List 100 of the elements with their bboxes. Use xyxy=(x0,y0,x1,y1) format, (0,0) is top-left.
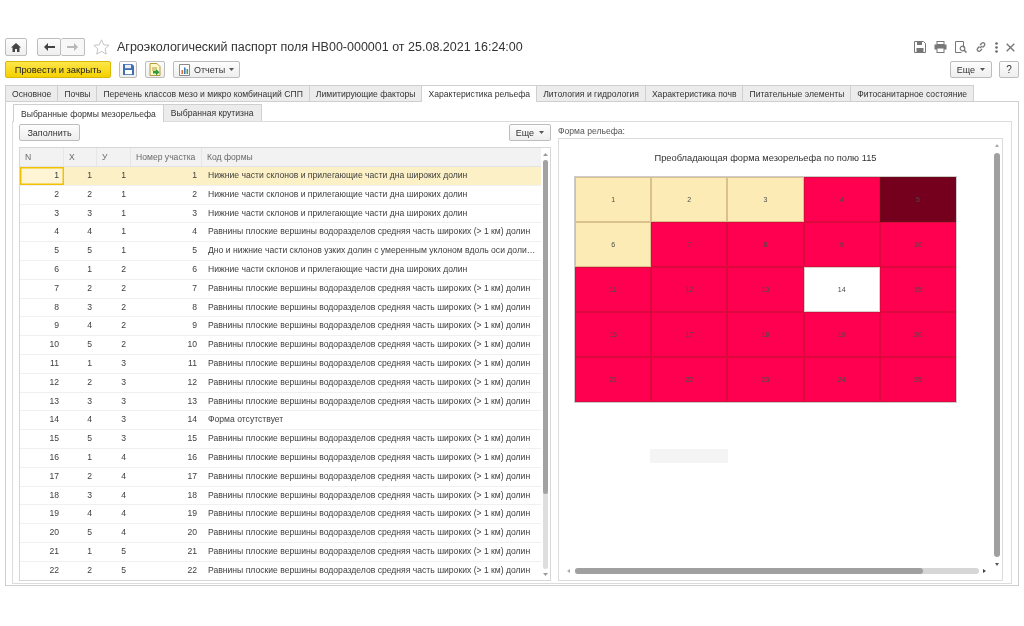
back-button[interactable] xyxy=(37,38,61,56)
table-cell-text: 4 xyxy=(120,507,127,521)
table-row[interactable]: 3 3 1 3 Нижние части склонов и прилегающие части дна широких долин xyxy=(20,204,541,224)
table-cell-text: 2 xyxy=(191,187,198,201)
table-row[interactable]: 6 1 2 6 Нижние части склонов и прилегающие части дна широких долин xyxy=(20,261,541,280)
scrollbar-thumb[interactable] xyxy=(994,153,1000,557)
table-cell-text: 4 xyxy=(86,319,93,333)
caret-icon xyxy=(539,131,544,134)
table-cell-text: 13 xyxy=(48,394,60,408)
table-row[interactable]: 21 1 5 21 Равнины плоские вершины водоразделов средняя часть широких (> 1 км) долин xyxy=(20,542,541,562)
home-button[interactable] xyxy=(5,38,27,56)
scroll-down-icon[interactable] xyxy=(995,563,999,566)
table-cell-text: 16 xyxy=(48,450,60,464)
table-cell-text: 2 xyxy=(86,375,93,389)
table-cell-text: 2 xyxy=(120,263,127,276)
column-header[interactable]: X xyxy=(64,148,97,166)
table-cell-text: Равнины плоские вершины водоразделов средняя часть широких (> 1 км) долин xyxy=(207,450,532,464)
table-row[interactable]: 18 3 4 18 Равнины плоские вершины водоразделов средняя часть широких (> 1 км) долин xyxy=(20,486,541,506)
column-header[interactable]: N xyxy=(20,148,64,166)
table-cell-text: Нижние части склонов и прилегающие части дна широких долин xyxy=(207,263,469,276)
scroll-up-icon[interactable] xyxy=(543,153,548,156)
save-icon[interactable] xyxy=(914,41,926,53)
table-cell-text: 1 xyxy=(120,244,127,258)
link-icon[interactable] xyxy=(975,41,987,53)
table-cell-text: 3 xyxy=(86,300,93,314)
table-cell-text: 22 xyxy=(48,563,60,577)
column-header[interactable]: Номер участка xyxy=(131,148,202,166)
more-icon[interactable] xyxy=(995,41,998,53)
tab[interactable]: Лимитирующие факторы xyxy=(309,85,423,101)
table-row[interactable]: 13 3 3 13 Равнины плоские вершины водоразделов средняя часть широких (> 1 км) долин xyxy=(20,392,541,412)
scroll-up-icon[interactable] xyxy=(995,144,999,147)
table-cell-text: 3 xyxy=(120,375,127,389)
table-row[interactable]: 9 4 2 9 Равнины плоские вершины водоразделов средняя часть широких (> 1 км) долин xyxy=(20,317,541,337)
more-button[interactable]: Еще xyxy=(949,61,992,78)
table-cell-text: 5 xyxy=(86,526,93,540)
save-button[interactable] xyxy=(119,61,137,78)
table-row[interactable]: 8 3 2 8 Равнины плоские вершины водоразделов средняя часть широких (> 1 км) долин xyxy=(20,298,541,318)
table-cell-text: 1 xyxy=(120,187,127,201)
home-icon xyxy=(11,42,21,52)
scrollbar-thumb[interactable] xyxy=(543,160,548,494)
table-row[interactable]: 17 2 4 17 Равнины плоские вершины водоразделов средняя часть широких (> 1 км) долин xyxy=(20,467,541,487)
table-cell-text: 2 xyxy=(86,469,93,483)
table-row[interactable]: 12 2 3 12 Равнины плоские вершины водоразделов средняя часть широких (> 1 км) долин xyxy=(20,373,541,393)
tab[interactable]: Выбранная крутизна xyxy=(163,104,262,121)
column-header[interactable]: Код формы xyxy=(202,148,541,166)
scroll-left-icon[interactable] xyxy=(567,569,570,573)
table-cell-text: 4 xyxy=(86,413,93,427)
tab[interactable]: Питательные элементы xyxy=(743,85,852,101)
more-button[interactable]: Еще xyxy=(508,124,551,141)
table-cell-text: 11 xyxy=(187,356,198,370)
table-row[interactable]: 22 2 5 22 Равнины плоские вершины водоразделов средняя часть широких (> 1 км) долин xyxy=(20,561,541,580)
tab[interactable]: Почвы xyxy=(58,85,98,101)
scroll-right-icon[interactable] xyxy=(983,569,986,573)
table-cell-text: 3 xyxy=(120,394,127,408)
tab[interactable]: Перечень классов мезо и микро комбинаций СПП xyxy=(97,85,310,101)
table-row[interactable]: 4 4 1 4 Равнины плоские вершины водоразделов средняя часть широких (> 1 км) долин xyxy=(20,223,541,243)
table-cell-text: 15 xyxy=(48,432,60,446)
table-row[interactable]: 19 4 4 19 Равнины плоские вершины водоразделов средняя часть широких (> 1 км) долин xyxy=(20,505,541,525)
table-cell-text: 14 xyxy=(48,413,60,427)
table-row[interactable]: 2 2 1 2 Нижние части склонов и прилегающие части дна широких долин xyxy=(20,185,541,205)
fill-button[interactable]: Заполнить xyxy=(19,124,80,141)
table-cell-text: 6 xyxy=(53,263,60,276)
tab[interactable]: Основное xyxy=(5,85,59,101)
table-cell-text: 1 xyxy=(86,544,93,558)
table-cell-text: 7 xyxy=(53,281,60,295)
table-row[interactable]: 11 1 3 11 Равнины плоские вершины водоразделов средняя часть широких (> 1 км) долин xyxy=(20,354,541,374)
tab[interactable]: Характеристика почв xyxy=(645,85,744,101)
column-header[interactable]: У xyxy=(97,148,131,166)
table-cell-text: 10 xyxy=(186,338,198,352)
preview-icon[interactable] xyxy=(955,41,967,53)
star-icon[interactable] xyxy=(93,39,110,55)
caret-icon xyxy=(229,68,235,71)
tab[interactable]: Выбранные формы мезорельефа xyxy=(13,104,164,122)
table-row[interactable]: 5 5 1 5 Дно и нижние части склонов узких долин с умеренным уклоном вдоль оси доли… xyxy=(20,242,541,261)
table-row[interactable]: 10 5 2 10 Равнины плоские вершины водоразделов средняя часть широких (> 1 км) долин xyxy=(20,336,541,355)
table-row[interactable]: 14 4 3 14 Форма отсутствует xyxy=(20,411,541,431)
table-cell-text: 9 xyxy=(191,319,198,333)
table-row[interactable]: 16 1 4 16 Равнины плоские вершины водоразделов средняя часть широких (> 1 км) долин xyxy=(20,448,541,468)
vertical-scrollbar[interactable] xyxy=(543,160,548,569)
help-button[interactable]: ? xyxy=(999,61,1019,78)
close-icon[interactable] xyxy=(1006,42,1015,52)
tab[interactable]: Характеристика рельефа xyxy=(422,85,538,102)
table-cell-text: Нижние части склонов и прилегающие части дна широких долин xyxy=(207,169,469,182)
table-row[interactable]: 20 5 4 20 Равнины плоские вершины водоразделов средняя часть широких (> 1 км) долин xyxy=(20,524,541,543)
table-cell-text: 19 xyxy=(186,507,198,521)
table-cell-text: 2 xyxy=(53,187,60,201)
left-arrow-icon xyxy=(43,43,55,51)
table-cell-text: 3 xyxy=(86,394,93,408)
document-button[interactable] xyxy=(145,61,165,78)
tab[interactable]: Фитосанитарное состояние xyxy=(851,85,975,101)
table-cell-text: 4 xyxy=(120,526,127,540)
table-row[interactable]: 15 5 3 15 Равнины плоские вершины водоразделов средняя часть широких (> 1 км) долин xyxy=(20,430,541,449)
table-row[interactable]: 7 2 2 7 Равнины плоские вершины водоразделов средняя часть широких (> 1 км) долин xyxy=(20,279,541,299)
tab[interactable]: Литология и гидрология xyxy=(537,85,646,101)
reports-button[interactable]: Отчеты xyxy=(173,61,241,78)
print-icon[interactable] xyxy=(934,41,947,53)
table-row[interactable]: 1 1 1 1 Нижние части склонов и прилегающие части дна широких долин xyxy=(20,167,541,186)
table-cell-text: 8 xyxy=(191,300,198,314)
table-cell-text: 16 xyxy=(186,450,198,464)
post-and-close-button[interactable]: Провести и закрыть xyxy=(5,61,111,78)
